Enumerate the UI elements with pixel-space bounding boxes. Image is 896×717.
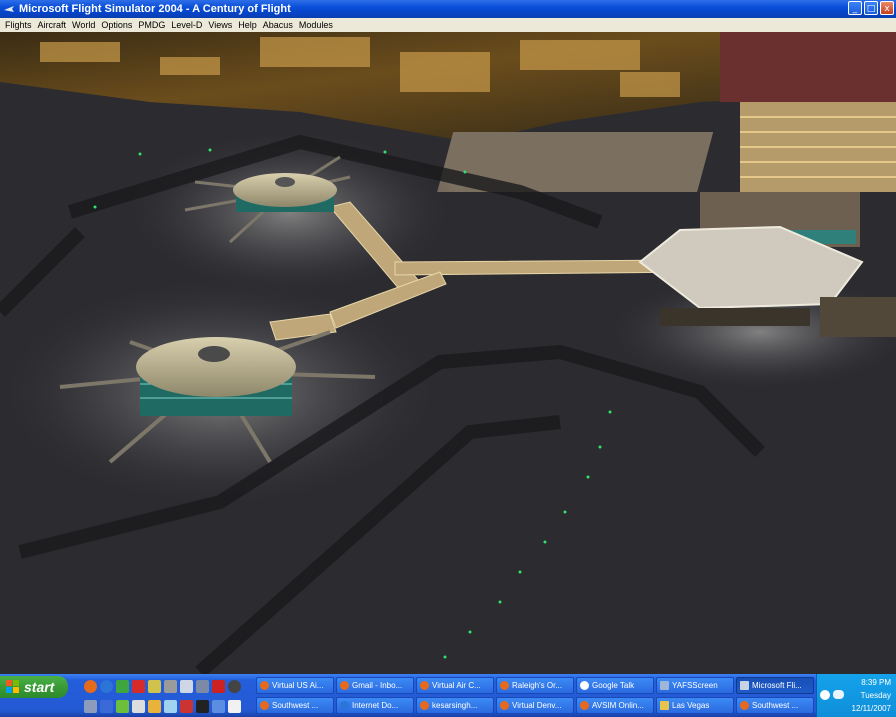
window-title: Microsoft Flight Simulator 2004 - A Cent…: [19, 3, 291, 15]
firefox-icon: [340, 681, 349, 690]
close-button[interactable]: x: [880, 1, 894, 15]
system-tray: 8:39 PM Tuesday 12/11/2007: [816, 674, 896, 717]
clock-day: Tuesday: [860, 691, 891, 700]
maximize-button[interactable]: □: [864, 1, 878, 15]
clock-time[interactable]: 8:39 PM: [861, 678, 891, 687]
menu-world[interactable]: World: [69, 20, 98, 30]
task-button[interactable]: Internet Do...: [336, 697, 414, 714]
task-button[interactable]: YAFSScreen: [656, 677, 734, 694]
app-icon: [4, 6, 14, 12]
plane-icon: [660, 681, 669, 690]
quicklaunch-tool-icon[interactable]: [228, 680, 241, 693]
monitor-icon[interactable]: [180, 680, 193, 693]
plane-icon: [740, 681, 749, 690]
task-button-active[interactable]: Microsoft Fli...: [736, 677, 814, 694]
menu-bar: Flights Aircraft World Options PMDG Leve…: [0, 18, 896, 32]
minimize-button[interactable]: _: [848, 1, 862, 15]
firefox-icon[interactable]: [84, 680, 97, 693]
quicklaunch-app-icon[interactable]: [196, 700, 209, 713]
menu-options[interactable]: Options: [98, 20, 135, 30]
firefox-icon: [500, 681, 509, 690]
airport-scene: [0, 32, 896, 674]
folder-icon[interactable]: [148, 700, 161, 713]
windows-flag-icon: [6, 680, 19, 693]
task-button[interactable]: Gmail - Inbo...: [336, 677, 414, 694]
task-button[interactable]: Southwest ...: [736, 697, 814, 714]
internet-explorer-icon: [340, 701, 349, 710]
desktop-icon[interactable]: [164, 700, 177, 713]
firefox-icon: [740, 701, 749, 710]
menu-pmdg[interactable]: PMDG: [135, 20, 168, 30]
quicklaunch-app-icon[interactable]: [212, 700, 225, 713]
task-button[interactable]: Virtual Air C...: [416, 677, 494, 694]
taskbar: start Virtual US Ai... Gmail - Inbo... V…: [0, 674, 896, 717]
quicklaunch-tool-icon[interactable]: [148, 680, 161, 693]
firefox-icon: [420, 701, 429, 710]
window-titlebar[interactable]: Microsoft Flight Simulator 2004 - A Cent…: [0, 0, 896, 18]
plane-icon[interactable]: [196, 680, 209, 693]
start-button[interactable]: start: [0, 676, 68, 698]
task-button[interactable]: AVSIM Onlin...: [576, 697, 654, 714]
plane-icon[interactable]: [84, 700, 97, 713]
start-label: start: [24, 679, 55, 695]
quicklaunch-app-icon[interactable]: [116, 680, 129, 693]
quicklaunch-tool-icon[interactable]: [164, 680, 177, 693]
chat-icon[interactable]: [833, 690, 844, 699]
menu-abacus[interactable]: Abacus: [260, 20, 296, 30]
folder-icon: [660, 701, 669, 710]
task-button[interactable]: Virtual Denv...: [496, 697, 574, 714]
task-button[interactable]: kesarsingh...: [416, 697, 494, 714]
word-icon[interactable]: [100, 700, 113, 713]
task-button[interactable]: Google Talk: [576, 677, 654, 694]
quicklaunch-app-icon[interactable]: [132, 700, 145, 713]
firefox-icon: [500, 701, 509, 710]
task-button[interactable]: Virtual US Ai...: [256, 677, 334, 694]
menu-help[interactable]: Help: [235, 20, 260, 30]
internet-explorer-icon[interactable]: [100, 680, 113, 693]
quicklaunch-app-icon[interactable]: [228, 700, 241, 713]
firefox-icon: [260, 681, 269, 690]
menu-flights[interactable]: Flights: [2, 20, 35, 30]
z-app-icon[interactable]: [132, 680, 145, 693]
simulator-viewport[interactable]: [0, 32, 896, 674]
fmc-icon[interactable]: [212, 680, 225, 693]
menu-level-d[interactable]: Level-D: [168, 20, 205, 30]
firefox-icon: [580, 701, 589, 710]
menu-aircraft[interactable]: Aircraft: [35, 20, 70, 30]
quicklaunch-app-icon[interactable]: [180, 700, 193, 713]
task-button[interactable]: Raleigh's Or...: [496, 677, 574, 694]
firefox-icon: [260, 701, 269, 710]
task-button[interactable]: Las Vegas: [656, 697, 734, 714]
firefox-icon: [420, 681, 429, 690]
menu-modules[interactable]: Modules: [296, 20, 336, 30]
clock-date: 12/11/2007: [851, 704, 891, 713]
menu-views[interactable]: Views: [205, 20, 235, 30]
quicklaunch-app-icon[interactable]: [116, 700, 129, 713]
tray-chevron-icon[interactable]: [820, 690, 830, 700]
task-button[interactable]: Southwest ...: [256, 697, 334, 714]
chat-icon: [580, 681, 589, 690]
